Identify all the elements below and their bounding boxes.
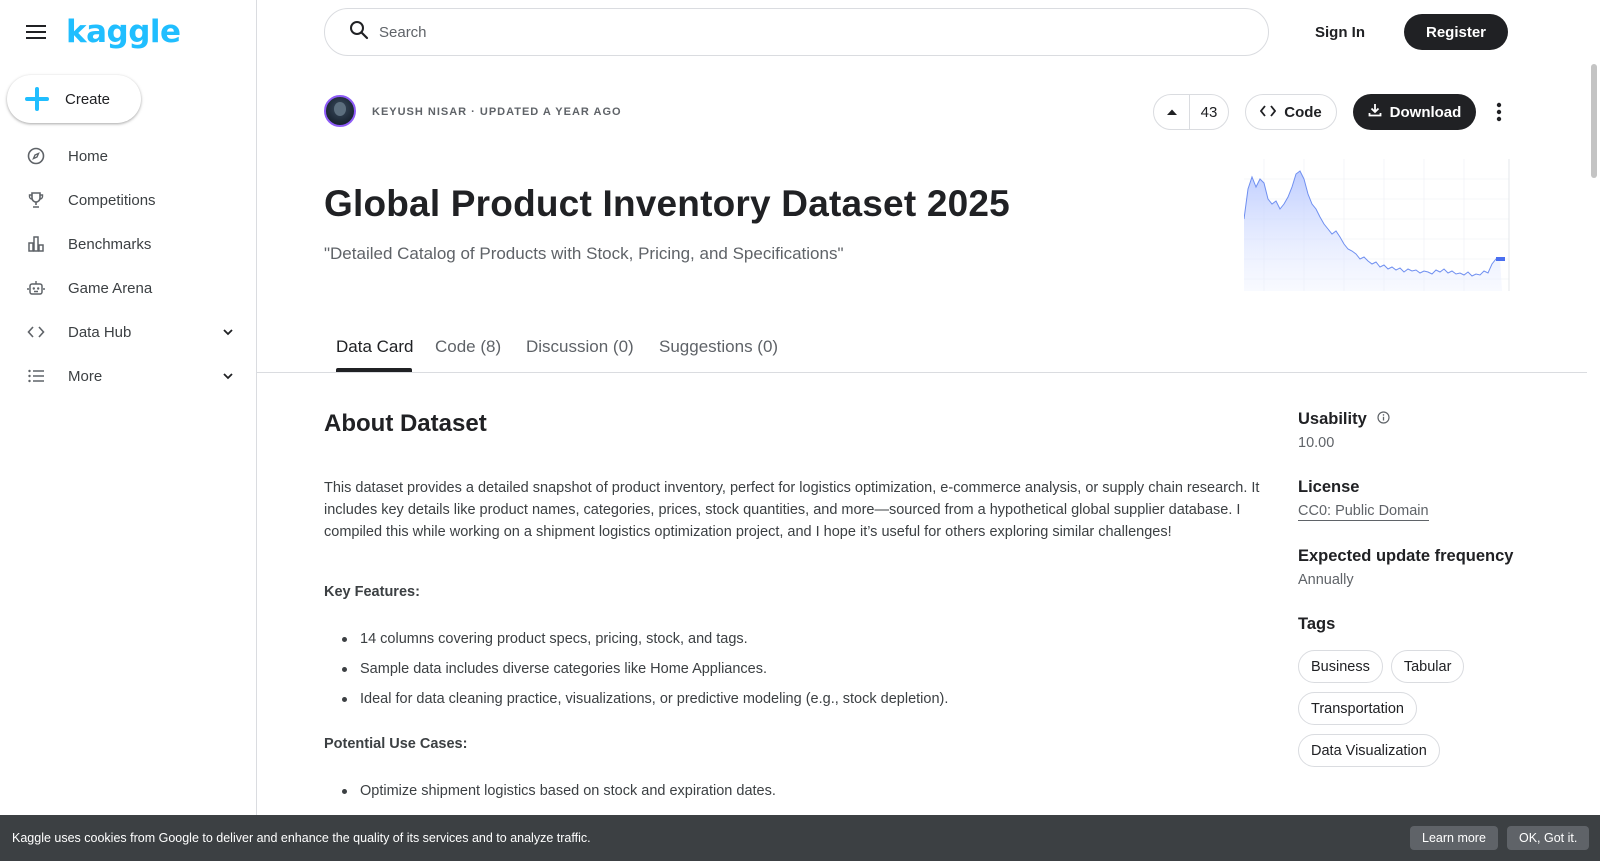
usability-value: 10.00 [1298,435,1335,451]
sidebar: kaggle Create Home Competitions Benchmar… [0,0,257,861]
key-features-list: 14 columns covering product specs, prici… [340,628,948,718]
usability-section: Usability 10.00 [1298,410,1390,451]
code-icon [26,322,46,342]
license-label: License [1298,478,1360,496]
search-icon [349,20,369,45]
page-scrollbar[interactable] [1588,0,1600,861]
sidebar-item-label: Game Arena [68,279,153,297]
sidebar-item-competitions[interactable]: Competitions [0,178,256,222]
code-button[interactable]: Code [1245,94,1337,130]
menu-icon[interactable] [24,20,48,44]
learn-more-button[interactable]: Learn more [1410,826,1498,850]
update-frequency-section: Expected update frequency Annually [1298,547,1513,588]
about-heading: About Dataset [324,410,487,437]
use-cases-heading: Potential Use Cases: [324,736,468,752]
compass-icon [26,146,46,166]
sidebar-nav: Home Competitions Benchmarks Game Arena … [0,134,256,398]
download-button[interactable]: Download [1353,94,1476,130]
list-item: Sample data includes diverse categories … [340,658,948,688]
tags-list: Business Tabular Transportation Data Vis… [1298,650,1538,767]
author-byline[interactable]: KEYUSH NISAR · UPDATED A YEAR AGO [372,106,622,118]
upvote-count[interactable]: 43 [1190,104,1228,121]
sidebar-header: kaggle [0,0,256,64]
cookie-banner: Kaggle uses cookies from Google to deliv… [0,815,1600,861]
search-bar[interactable] [324,8,1269,56]
tab-discussion[interactable]: Discussion (0) [526,337,634,357]
license-link[interactable]: CC0: Public Domain [1298,503,1429,521]
upvote-button[interactable] [1154,95,1190,129]
code-icon [1260,104,1277,121]
dataset-tabs: Data Card Code (8) Discussion (0) Sugges… [257,325,1587,373]
more-options-icon[interactable] [1487,94,1511,130]
robot-icon [26,278,46,298]
tab-code[interactable]: Code (8) [435,337,501,357]
sidebar-item-label: Home [68,147,109,165]
dataset-description: This dataset provides a detailed snapsho… [324,480,1260,540]
kaggle-logo[interactable]: kaggle [66,14,181,50]
tag-chip[interactable]: Business [1298,650,1383,683]
plus-icon [23,85,51,113]
list-item: Optimize shipment logistics based on sto… [340,780,776,810]
sidebar-item-home[interactable]: Home [0,134,256,178]
use-cases-list: Optimize shipment logistics based on sto… [340,780,776,810]
sidebar-item-label: Competitions [68,191,156,209]
upvote-widget: 43 [1153,94,1229,130]
chevron-down-icon[interactable] [220,324,236,340]
tab-data-card[interactable]: Data Card [336,337,413,357]
code-button-label: Code [1284,103,1322,121]
tag-chip[interactable]: Tabular [1390,650,1465,683]
sidebar-item-label: More [68,367,103,385]
sidebar-item-more[interactable]: More [0,354,256,398]
sidebar-item-data-hub[interactable]: Data Hub [0,310,256,354]
page-subtitle: "Detailed Catalog of Products with Stock… [324,244,844,263]
create-button[interactable]: Create [7,75,141,123]
chevron-down-icon[interactable] [220,368,236,384]
sidebar-item-benchmarks[interactable]: Benchmarks [0,222,256,266]
license-section: License CC0: Public Domain [1298,478,1429,521]
list-item: Ideal for data cleaning practice, visual… [340,688,948,718]
cookie-text: Kaggle uses cookies from Google to deliv… [12,831,591,845]
search-input[interactable] [379,23,1229,41]
dataset-thumbnail-image [1243,159,1521,298]
tags-label: Tags [1298,615,1335,634]
update-frequency-value: Annually [1298,572,1354,588]
key-features-heading: Key Features: [324,584,420,600]
trophy-icon [26,190,46,210]
sidebar-item-game-arena[interactable]: Game Arena [0,266,256,310]
tab-suggestions[interactable]: Suggestions (0) [659,337,778,357]
ok-got-it-button[interactable]: OK, Got it. [1507,826,1590,850]
create-label: Create [65,90,111,108]
sidebar-item-label: Data Hub [68,323,132,341]
page-title: Global Product Inventory Dataset 2025 [324,183,1010,224]
info-icon[interactable] [1377,410,1390,429]
sidebar-item-label: Benchmarks [68,235,152,253]
active-tab-indicator [336,368,412,372]
tag-chip[interactable]: Data Visualization [1298,734,1440,767]
download-button-label: Download [1389,103,1462,121]
avatar[interactable] [324,95,356,127]
tag-chip[interactable]: Transportation [1298,692,1417,725]
caret-up-icon [1166,103,1178,121]
bar-chart-icon [26,234,46,254]
list-item: 14 columns covering product specs, prici… [340,628,948,658]
list-icon [26,366,46,386]
register-button[interactable]: Register [1404,14,1508,50]
tags-heading: Tags [1298,615,1336,633]
usability-label: Usability [1298,410,1367,428]
update-frequency-label: Expected update frequency [1298,547,1514,565]
download-icon [1368,103,1382,121]
scrollbar-thumb[interactable] [1591,64,1597,178]
sign-in-button[interactable]: Sign In [1295,14,1385,50]
